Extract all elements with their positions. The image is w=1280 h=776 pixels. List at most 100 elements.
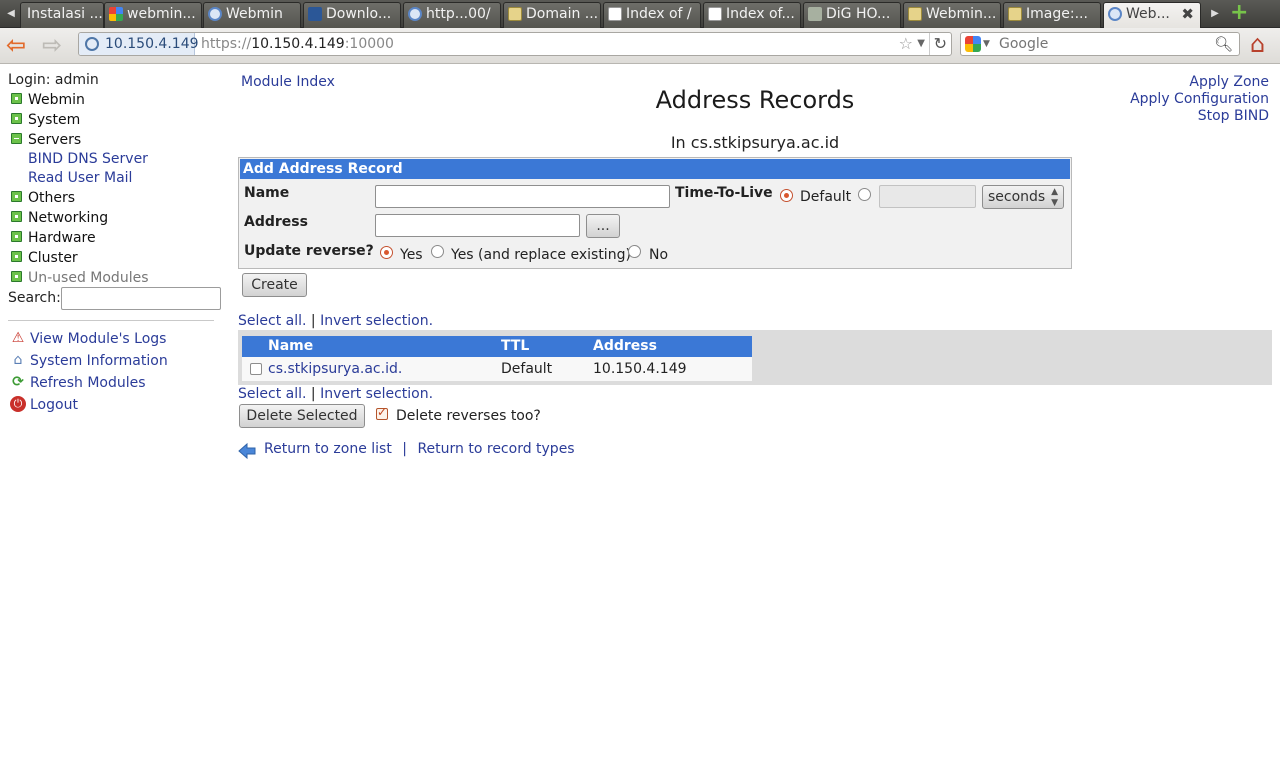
tab-label: Instalasi ... xyxy=(27,6,103,22)
address-chooser-button[interactable]: ... xyxy=(586,214,620,238)
ttl-unit-select[interactable]: seconds ▲ ▼ xyxy=(982,185,1064,209)
category-system[interactable]: System xyxy=(8,110,80,130)
category-webmin[interactable]: Webmin xyxy=(8,90,85,110)
tab[interactable]: webmin... xyxy=(104,2,202,28)
category-label: Cluster xyxy=(28,250,78,266)
tab[interactable]: Webmin xyxy=(203,2,301,28)
sourceforge-icon xyxy=(308,7,322,21)
left-frame: Login: admin Webmin System Servers BIND … xyxy=(0,64,230,776)
system-information-link[interactable]: ⌂ System Information xyxy=(10,351,168,371)
module-search: Search: xyxy=(8,287,221,310)
address-bar[interactable]: 10.150.4.149 https://10.150.4.149:10000 … xyxy=(78,32,952,56)
power-icon: ⏻ xyxy=(10,396,26,412)
invert-selection-link[interactable]: Invert selection. xyxy=(320,313,433,329)
column-header-ttl: TTL xyxy=(501,338,530,354)
module-bind-dns-server[interactable]: BIND DNS Server xyxy=(28,150,148,169)
folder-icon xyxy=(508,7,522,21)
expand-icon xyxy=(11,231,22,242)
name-input[interactable] xyxy=(375,185,670,208)
forward-arrow-icon[interactable]: ⇨ xyxy=(42,32,62,58)
ttl-default-label: Default xyxy=(800,189,852,205)
search-engine-dropdown-icon[interactable]: ▼ xyxy=(983,33,990,55)
history-dropdown-icon[interactable]: ▼ xyxy=(917,33,925,55)
create-button[interactable]: Create xyxy=(242,273,307,297)
category-others[interactable]: Others xyxy=(8,188,75,208)
delete-selected-button[interactable]: Delete Selected xyxy=(239,404,365,428)
search-label: Search: xyxy=(8,290,61,306)
tab[interactable]: Downlo... xyxy=(303,2,401,28)
webmin-icon xyxy=(1108,7,1122,21)
link-label: Logout xyxy=(30,397,78,413)
reverse-yes-radio[interactable] xyxy=(380,246,393,259)
link-label: Refresh Modules xyxy=(30,375,146,391)
return-record-types-link[interactable]: Return to record types xyxy=(417,441,574,457)
module-read-user-mail[interactable]: Read User Mail xyxy=(28,169,132,188)
category-hardware[interactable]: Hardware xyxy=(8,228,96,248)
column-header-name: Name xyxy=(268,338,314,354)
folder-icon xyxy=(908,7,922,21)
reverse-replace-radio[interactable] xyxy=(431,245,444,258)
reload-icon[interactable]: ↻ xyxy=(928,33,947,55)
delete-reverses-checkbox[interactable] xyxy=(376,405,388,420)
dig-icon xyxy=(808,7,822,21)
category-unused-modules[interactable]: Un-used Modules xyxy=(8,268,149,288)
delete-reverses-label: Delete reverses too? xyxy=(396,408,541,424)
add-record-form: Add Address Record Name Time-To-Live Def… xyxy=(238,157,1072,269)
category-label: Others xyxy=(28,190,76,206)
invert-selection-link[interactable]: Invert selection. xyxy=(320,386,433,402)
refresh-modules-link[interactable]: ⟳ Refresh Modules xyxy=(10,373,146,393)
back-arrow-icon[interactable]: ⇦ xyxy=(6,32,26,58)
zone-subtitle: In cs.stkipsurya.ac.id xyxy=(670,133,840,152)
google-icon[interactable] xyxy=(965,36,981,52)
select-all-link[interactable]: Select all. xyxy=(238,386,306,402)
reverse-no-radio[interactable] xyxy=(628,245,641,258)
ttl-label: Time-To-Live xyxy=(675,185,773,201)
action-links: Apply Zone Apply Configuration Stop BIND xyxy=(1130,74,1269,125)
row-select-checkbox[interactable] xyxy=(250,363,262,375)
house-icon: ⌂ xyxy=(13,352,23,368)
module-search-input[interactable] xyxy=(61,287,221,310)
reverse-no-label: No xyxy=(649,247,669,263)
ttl-value-input[interactable] xyxy=(879,185,976,208)
logout-link[interactable]: ⏻ Logout xyxy=(10,395,78,415)
search-input[interactable] xyxy=(997,34,1197,54)
bookmark-star-icon[interactable]: ☆ xyxy=(899,33,913,55)
ttl-default-radio[interactable] xyxy=(780,189,793,202)
tab[interactable]: http...00/ xyxy=(403,2,501,28)
tab[interactable]: Image:... xyxy=(1003,2,1101,28)
site-identity-button[interactable]: 10.150.4.149 xyxy=(79,33,199,55)
tab[interactable]: Domain ... xyxy=(503,2,601,28)
tab-scroll-left-icon[interactable]: ◀ xyxy=(0,0,22,28)
home-icon[interactable]: ⌂ xyxy=(1250,32,1265,56)
tab-label: Webmin xyxy=(226,6,283,22)
search-bar[interactable]: ▼ 🔍︎ xyxy=(960,32,1240,56)
tab[interactable]: DiG HO... xyxy=(803,2,901,28)
apply-zone-link[interactable]: Apply Zone xyxy=(1189,74,1269,90)
record-name-link[interactable]: cs.stkipsurya.ac.id. xyxy=(268,357,402,381)
tab-scroll-right-icon[interactable]: ▶ xyxy=(1204,0,1226,28)
close-tab-icon[interactable]: ✖ xyxy=(1181,3,1194,25)
category-networking[interactable]: Networking xyxy=(8,208,108,228)
tab[interactable]: Instalasi ... xyxy=(20,2,104,28)
tab[interactable]: Index of... xyxy=(703,2,801,28)
apply-configuration-link[interactable]: Apply Configuration xyxy=(1130,91,1269,107)
tab-active[interactable]: Web... ✖ xyxy=(1103,2,1201,28)
expand-icon xyxy=(11,271,22,282)
ttl-custom-radio[interactable] xyxy=(858,188,871,201)
url-text[interactable]: https://10.150.4.149:10000 xyxy=(201,33,394,55)
category-servers[interactable]: Servers xyxy=(8,130,81,150)
new-tab-icon[interactable]: + xyxy=(1230,2,1248,24)
category-cluster[interactable]: Cluster xyxy=(8,248,78,268)
tab-label: Web... xyxy=(1126,6,1170,22)
stop-bind-link[interactable]: Stop BIND xyxy=(1198,108,1269,124)
page-icon xyxy=(708,7,722,21)
reverse-replace-label: Yes (and replace existing) xyxy=(451,247,631,263)
return-zone-list-link[interactable]: Return to zone list xyxy=(264,441,392,457)
select-all-link[interactable]: Select all. xyxy=(238,313,306,329)
record-ttl: Default xyxy=(501,361,553,377)
address-input[interactable] xyxy=(375,214,580,237)
tab[interactable]: Webmin... xyxy=(903,2,1001,28)
view-module-logs-link[interactable]: ⚠ View Module's Logs xyxy=(10,329,167,349)
search-icon[interactable]: 🔍︎ xyxy=(1214,33,1233,55)
tab[interactable]: Index of / xyxy=(603,2,701,28)
